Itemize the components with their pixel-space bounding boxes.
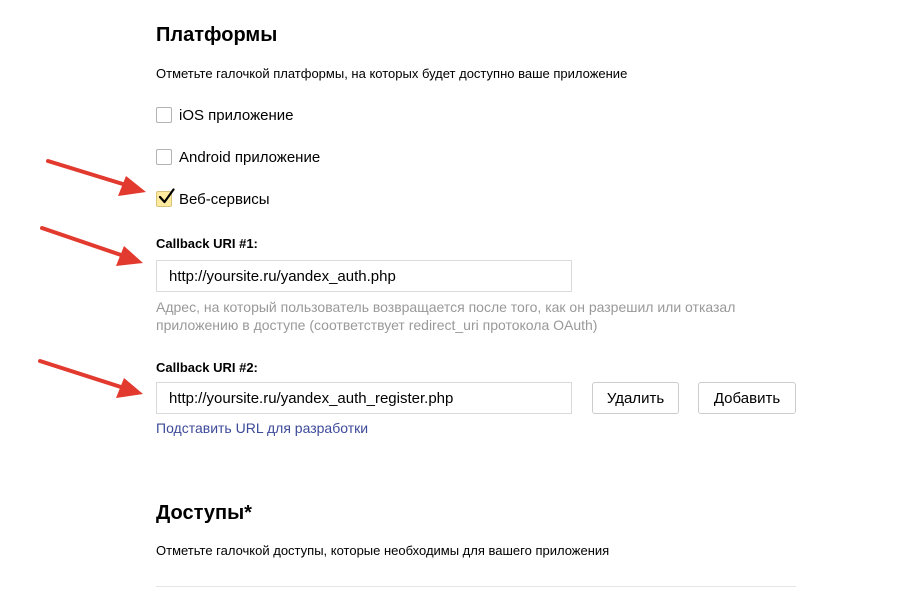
arrow-icon: [40, 226, 143, 266]
arrow-icon: [46, 159, 146, 196]
arrow-icon: [38, 359, 143, 398]
annotation-arrows: [38, 159, 146, 398]
